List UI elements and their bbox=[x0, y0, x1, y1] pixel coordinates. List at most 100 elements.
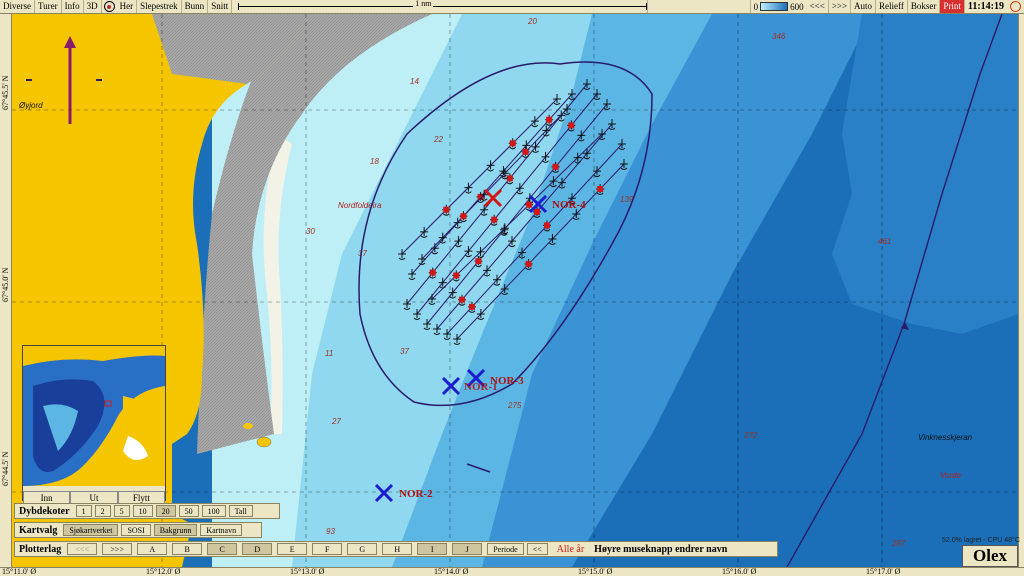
lon-label: 15°16.0' Ø bbox=[722, 567, 757, 576]
layer-i-button[interactable]: I bbox=[417, 543, 448, 555]
lat-label: 67°45.5' N bbox=[1, 75, 10, 110]
latitude-ruler: 67°45.5' N 67°45.0' N 67°44.5' N bbox=[0, 14, 12, 567]
minimap-image[interactable] bbox=[23, 346, 165, 486]
contour-1-button[interactable]: 1 bbox=[75, 505, 92, 517]
float-marker bbox=[534, 208, 540, 215]
dybdekoter-title: Dybdekoter bbox=[19, 505, 70, 517]
depth-max: 600 bbox=[790, 1, 804, 12]
menu-3d[interactable]: 3D bbox=[84, 0, 102, 13]
layer-a-button[interactable]: A bbox=[137, 543, 168, 555]
layer-f-button[interactable]: F bbox=[312, 543, 343, 555]
contour-50-button[interactable]: 50 bbox=[178, 505, 199, 517]
float-marker bbox=[475, 258, 482, 265]
olex-chartplotter: Diverse Turer Info 3D Her Slepestrek Bun… bbox=[0, 0, 1024, 576]
layer-d-button[interactable]: D bbox=[242, 543, 273, 555]
menu-her[interactable]: Her bbox=[117, 0, 138, 13]
rename-hint: Høyre museknapp endrer navn bbox=[594, 543, 728, 555]
lon-label: 15°17.0' Ø bbox=[866, 567, 901, 576]
layer-c-button[interactable]: C bbox=[207, 543, 238, 555]
menu-diverse[interactable]: Diverse bbox=[0, 0, 35, 13]
sounding: 461 bbox=[878, 237, 891, 246]
float-marker bbox=[522, 148, 529, 155]
layer-e-button[interactable]: E bbox=[277, 543, 308, 555]
sounding: 275 bbox=[507, 401, 522, 410]
lon-label: 15°14.0' Ø bbox=[434, 567, 469, 576]
sounding: 272 bbox=[743, 431, 758, 440]
menu-bunn[interactable]: Bunn bbox=[182, 0, 209, 13]
float-marker bbox=[544, 222, 550, 229]
depth-range[interactable]: 0 600 bbox=[749, 0, 807, 13]
sounding: 346 bbox=[772, 32, 786, 41]
chart-bakgrunn-button[interactable]: Bakgrunn bbox=[153, 524, 198, 536]
contour-20-button[interactable]: 20 bbox=[155, 505, 176, 517]
layer-forward-button[interactable]: >>> bbox=[102, 543, 133, 555]
sounding: 14 bbox=[410, 77, 419, 86]
layer-j-button[interactable]: J bbox=[452, 543, 483, 555]
contour-10-button[interactable]: 10 bbox=[132, 505, 153, 517]
sun-icon[interactable] bbox=[1010, 1, 1021, 12]
plotterlag-title: Plotterlag bbox=[19, 543, 62, 555]
float-marker bbox=[459, 296, 465, 303]
chart-kartnavn-button[interactable]: Kartnavn bbox=[200, 524, 243, 536]
layer-g-button[interactable]: G bbox=[347, 543, 378, 555]
kartvalg-panel: Kartvalg Sjøkartverket SOSI Bakgrunn Kar… bbox=[14, 522, 262, 538]
lon-label: 15°13.0' Ø bbox=[290, 567, 325, 576]
sounding: 287 bbox=[891, 539, 906, 548]
sounding: 11 bbox=[325, 349, 333, 358]
menu-info[interactable]: Info bbox=[62, 0, 84, 13]
float-marker bbox=[506, 175, 513, 182]
float-marker bbox=[568, 122, 575, 129]
waypoint-label: NOR-1 bbox=[464, 381, 498, 393]
sounding: 30 bbox=[306, 227, 315, 236]
sounding: 20 bbox=[527, 17, 537, 26]
olex-logo[interactable]: Olex bbox=[962, 545, 1018, 567]
plotterlag-panel: Plotterlag <<< >>> A B C D E F G H I J P… bbox=[14, 541, 778, 557]
contour-5-button[interactable]: 5 bbox=[113, 505, 130, 517]
status-text: 52.0% lagret - CPU 48°C bbox=[942, 537, 1020, 544]
scale-bar: 1 nm bbox=[238, 0, 649, 13]
print-button[interactable]: Print bbox=[940, 0, 965, 13]
contour-tall-button[interactable]: Tall bbox=[228, 505, 253, 517]
place-vinknesskjeran: Vinknesskjeran bbox=[918, 433, 973, 442]
place-oyjord: Øyjord bbox=[18, 101, 43, 110]
right-ruler bbox=[1018, 14, 1024, 567]
clock: 11:14:19 bbox=[967, 1, 1004, 12]
float-marker bbox=[429, 269, 436, 276]
chart-sjokartverket-button[interactable]: Sjøkartverket bbox=[63, 524, 119, 536]
depth-gradient bbox=[760, 2, 789, 11]
contour-2-button[interactable]: 2 bbox=[94, 505, 111, 517]
depth-min: 0 bbox=[753, 1, 759, 12]
float-marker bbox=[469, 303, 475, 310]
layer-h-button[interactable]: H bbox=[382, 543, 413, 555]
longitude-ruler: 15°11.0' Ø 15°12.0' Ø 15°13.0' Ø 15°14.0… bbox=[0, 567, 1024, 576]
layer-b-button[interactable]: B bbox=[172, 543, 203, 555]
float-marker bbox=[443, 206, 450, 213]
top-toolbar: Diverse Turer Info 3D Her Slepestrek Bun… bbox=[0, 0, 1024, 14]
lon-label: 15°15.0' Ø bbox=[578, 567, 613, 576]
float-marker bbox=[546, 116, 553, 123]
chart-sosi-button[interactable]: SOSI bbox=[121, 524, 151, 536]
layer-back-button[interactable]: <<< bbox=[67, 543, 98, 555]
float-marker bbox=[597, 186, 604, 192]
overview-minimap[interactable]: Inn Ut Flytt bbox=[22, 345, 166, 505]
bokser-button[interactable]: Bokser bbox=[908, 0, 941, 13]
all-years-label[interactable]: Alle år bbox=[551, 544, 591, 555]
waypoint-label: NOR-4 bbox=[552, 199, 586, 211]
place-nordfoldeira: Nordfoldeira bbox=[338, 201, 382, 210]
sounding: 37 bbox=[400, 347, 409, 356]
sounding: 22 bbox=[433, 135, 443, 144]
menu-turer[interactable]: Turer bbox=[35, 0, 62, 13]
auto-button[interactable]: Auto bbox=[851, 0, 877, 13]
lon-label: 15°11.0' Ø bbox=[2, 567, 37, 576]
menu-snitt[interactable]: Snitt bbox=[208, 0, 233, 13]
nav-back-button[interactable]: <<< bbox=[807, 0, 829, 13]
menu-slepestrek[interactable]: Slepestrek bbox=[137, 0, 182, 13]
contour-100-button[interactable]: 100 bbox=[201, 505, 226, 517]
float-marker bbox=[552, 163, 559, 170]
nav-forward-button[interactable]: >>> bbox=[829, 0, 852, 13]
periode-button[interactable]: Periode bbox=[487, 543, 524, 555]
relieff-button[interactable]: Relieff bbox=[876, 0, 908, 13]
lon-label: 15°12.0' Ø bbox=[146, 567, 181, 576]
period-prev-button[interactable]: << bbox=[526, 543, 548, 555]
target-icon[interactable] bbox=[103, 1, 115, 12]
